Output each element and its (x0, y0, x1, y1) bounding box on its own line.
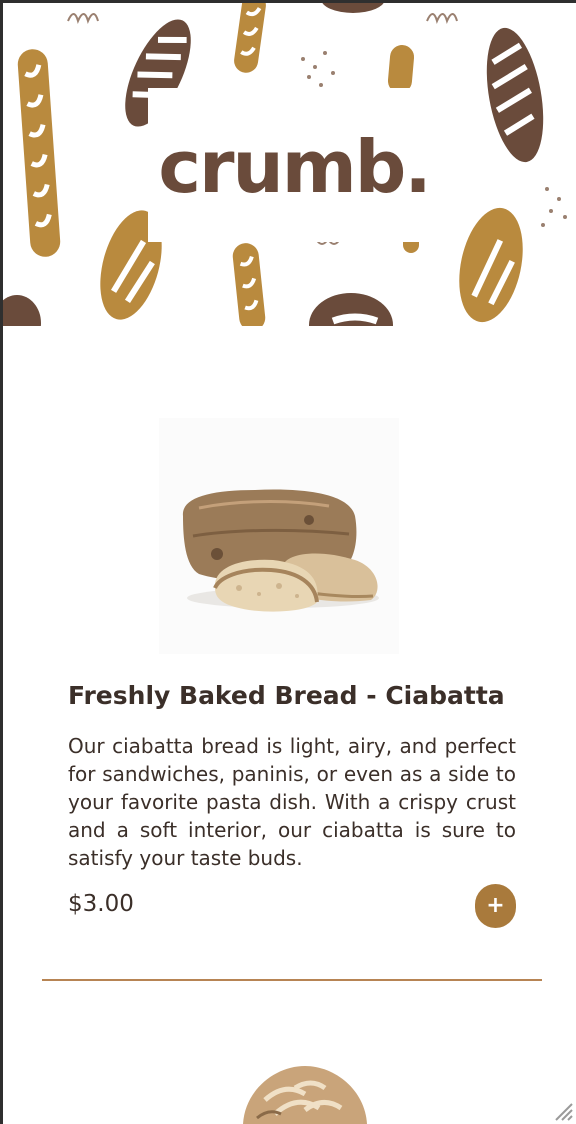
baguette-icon (234, 3, 266, 73)
loaf-icon (459, 207, 523, 323)
loaf-icon (309, 293, 393, 326)
round-bread-loaf-photo (243, 1066, 367, 1124)
product-description: Our ciabatta bread is light, airy, and p… (68, 734, 516, 870)
resize-grip-icon[interactable] (552, 1100, 574, 1122)
hero-banner: crumb. (3, 3, 576, 326)
ciabatta-bread-photo (159, 418, 399, 654)
squiggle-decoration (67, 13, 99, 24)
product-price: $3.00 (68, 891, 134, 917)
loaf-icon (3, 295, 41, 326)
logo-text: crumb. (158, 125, 431, 209)
loaf-icon (486, 27, 544, 163)
squiggle-decoration (426, 13, 458, 24)
add-to-cart-button[interactable]: + (475, 884, 516, 928)
loaf-icon (322, 3, 384, 13)
product-divider (42, 979, 542, 981)
logo[interactable]: crumb. (148, 88, 440, 242)
baguette-icon (17, 49, 61, 257)
plus-icon: + (486, 893, 505, 918)
product-title: Freshly Baked Bread - Ciabatta (68, 681, 505, 710)
baguette-icon (232, 243, 266, 326)
baguette-icon (387, 45, 415, 93)
